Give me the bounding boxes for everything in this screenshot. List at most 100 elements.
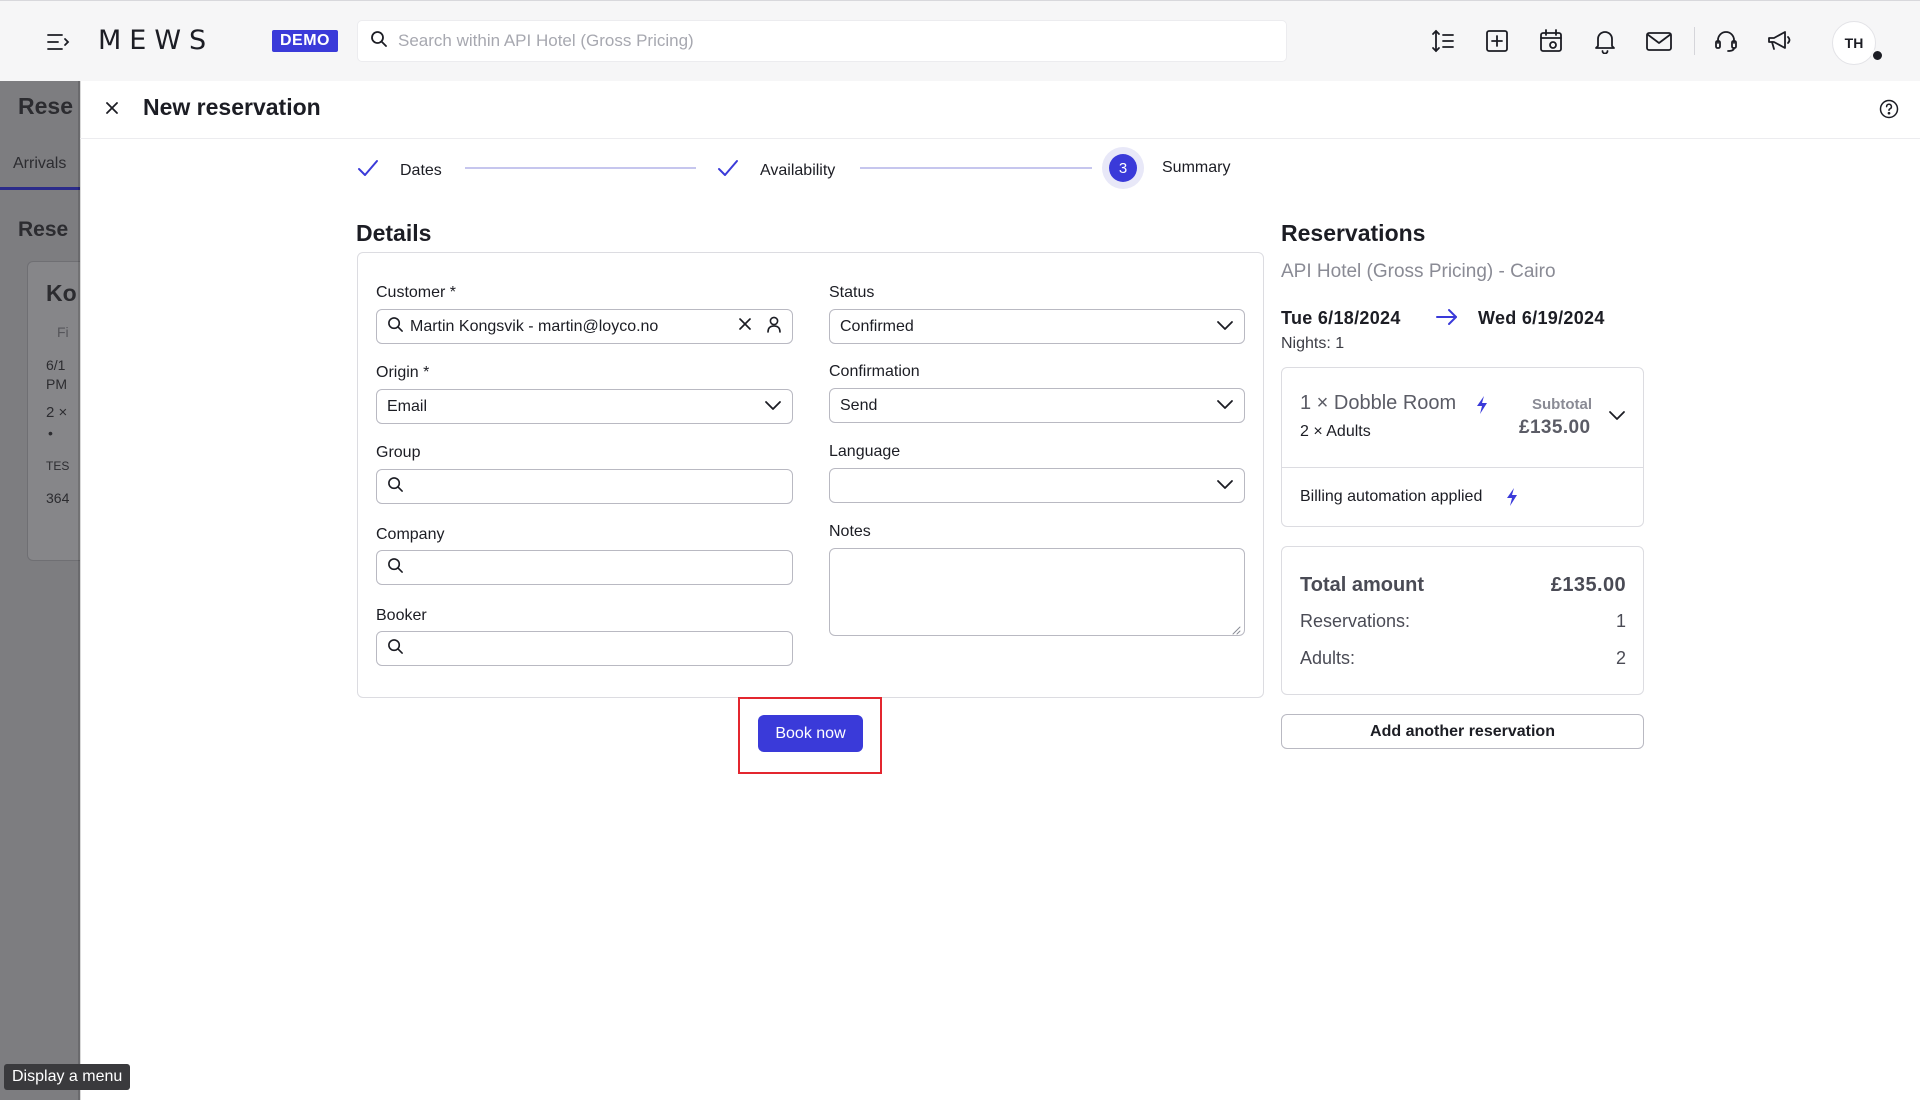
clear-icon[interactable] xyxy=(738,317,752,336)
underlay-card-code: TES xyxy=(46,459,70,473)
global-search[interactable] xyxy=(357,20,1287,62)
sort-icon[interactable] xyxy=(1427,25,1459,57)
close-icon[interactable] xyxy=(100,96,124,120)
adults-value: 2 xyxy=(1615,648,1626,668)
search-icon xyxy=(387,557,404,579)
customer-field[interactable]: Martin Kongsvik - martin@loyco.no xyxy=(376,309,793,344)
room-name: 1 × Dobble Room xyxy=(1300,392,1457,414)
group-label: Group xyxy=(376,444,421,461)
help-icon[interactable] xyxy=(1879,99,1899,119)
step-number: 3 xyxy=(1109,154,1137,182)
confirmation-label: Confirmation xyxy=(829,363,920,380)
menu-icon[interactable] xyxy=(46,31,70,53)
customer-value: Martin Kongsvik - martin@loyco.no xyxy=(410,317,659,335)
origin-select[interactable]: Email xyxy=(376,389,793,424)
room-card-divider xyxy=(1282,467,1643,468)
chevron-down-icon[interactable] xyxy=(1608,408,1626,426)
check-out-date: Wed 6/19/2024 xyxy=(1478,308,1605,328)
step-dates[interactable]: Dates xyxy=(356,156,442,185)
book-now-button[interactable]: Book now xyxy=(758,715,863,752)
underlay-card-time: PM xyxy=(46,376,67,392)
room-card: 1 × Dobble Room 2 × Adults Subtotal £135… xyxy=(1281,367,1644,527)
chevron-down-icon xyxy=(1216,397,1234,415)
language-label: Language xyxy=(829,443,901,460)
add-another-reservation-button[interactable]: Add another reservation xyxy=(1281,714,1644,749)
total-label: Total amount xyxy=(1300,574,1425,596)
underlay-tab: Arrivals xyxy=(13,155,67,172)
underlay-card-date: 6/1 xyxy=(46,357,66,373)
reservations-title: Reservations xyxy=(1281,220,1426,246)
search-icon xyxy=(370,30,388,53)
step-label: Dates xyxy=(400,161,442,179)
company-field[interactable] xyxy=(376,550,793,585)
underlay-section-title: Rese xyxy=(18,218,69,241)
confirmation-value: Send xyxy=(840,396,878,414)
bell-icon[interactable] xyxy=(1589,25,1621,57)
notes-label: Notes xyxy=(829,523,871,540)
check-icon xyxy=(356,156,380,185)
arrow-right-icon xyxy=(1435,307,1459,332)
step-availability[interactable]: Availability xyxy=(716,156,835,185)
chevron-down-icon xyxy=(1216,477,1234,495)
underlay-card-count: 2 × xyxy=(46,404,68,421)
support-icon[interactable] xyxy=(1710,25,1742,57)
toolbar-divider xyxy=(1694,27,1695,55)
confirmation-select[interactable]: Send xyxy=(829,388,1245,423)
total-value: £135.00 xyxy=(1550,574,1626,596)
search-input[interactable] xyxy=(398,31,1258,51)
language-select[interactable] xyxy=(829,468,1245,503)
top-bar: MEWS DEMO Search within API Hotel (Gross… xyxy=(0,0,1920,81)
underlay-tab-indicator xyxy=(0,187,80,190)
search-icon xyxy=(387,316,404,338)
search-icon xyxy=(387,638,404,660)
drawer-shadow xyxy=(78,81,81,1100)
company-label: Company xyxy=(376,526,445,543)
menu-tooltip: Display a menu xyxy=(4,1064,131,1090)
resize-handle-icon[interactable] xyxy=(1231,622,1241,635)
chevron-down-icon xyxy=(764,398,782,416)
status-label: Status xyxy=(829,284,875,301)
adults-label: Adults: xyxy=(1300,648,1356,668)
check-in-date: Tue 6/18/2024 xyxy=(1281,308,1401,328)
notes-textarea[interactable] xyxy=(829,548,1245,636)
hotel-name: API Hotel (Gross Pricing) - Cairo xyxy=(1281,261,1556,282)
calendar-view-icon[interactable] xyxy=(1535,25,1567,57)
step-label: Availability xyxy=(760,161,836,179)
drawer-header xyxy=(80,81,1920,139)
status-select[interactable]: Confirmed xyxy=(829,309,1245,344)
lightning-icon xyxy=(1476,396,1488,419)
mews-logo[interactable]: MEWS xyxy=(98,25,214,56)
underlay-card-bullet: • xyxy=(48,425,53,441)
add-square-icon[interactable] xyxy=(1481,25,1513,57)
nights-count: Nights: 1 xyxy=(1281,335,1345,352)
lightning-icon xyxy=(1506,488,1518,511)
booker-field[interactable] xyxy=(376,631,793,666)
step-connector xyxy=(465,167,696,169)
origin-label: Origin * xyxy=(376,364,430,381)
subtotal-label: Subtotal xyxy=(1532,396,1592,413)
customer-label: Customer * xyxy=(376,284,457,301)
group-field[interactable] xyxy=(376,469,793,504)
subtotal-value: £135.00 xyxy=(1519,417,1591,438)
underlay-card-number: 364 xyxy=(46,490,70,506)
background-page: Rese Arrivals Rese Ko Fi 6/1 PM 2 × • TE… xyxy=(0,81,80,1100)
announcements-icon[interactable] xyxy=(1764,25,1796,57)
status-dot xyxy=(1871,49,1884,62)
mail-icon[interactable] xyxy=(1643,25,1675,57)
origin-value: Email xyxy=(387,397,428,415)
status-value: Confirmed xyxy=(840,317,914,335)
person-icon[interactable] xyxy=(766,316,782,338)
drawer-title: New reservation xyxy=(143,94,321,120)
billing-note: Billing automation applied xyxy=(1300,488,1483,505)
underlay-card-title: Ko xyxy=(46,280,77,306)
underlay-card-chip: Fi xyxy=(57,324,69,340)
search-icon xyxy=(387,476,404,498)
step-summary[interactable]: 3 Summary xyxy=(1109,154,1230,182)
user-avatar[interactable]: TH xyxy=(1832,21,1876,65)
details-title: Details xyxy=(356,220,432,246)
chevron-down-icon xyxy=(1216,318,1234,336)
totals-card: Total amount £135.00 Reservations: 1 Adu… xyxy=(1281,546,1644,695)
step-label: Summary xyxy=(1162,159,1231,176)
underlay-title: Rese xyxy=(18,93,73,119)
reservations-count-value: 1 xyxy=(1615,611,1626,631)
